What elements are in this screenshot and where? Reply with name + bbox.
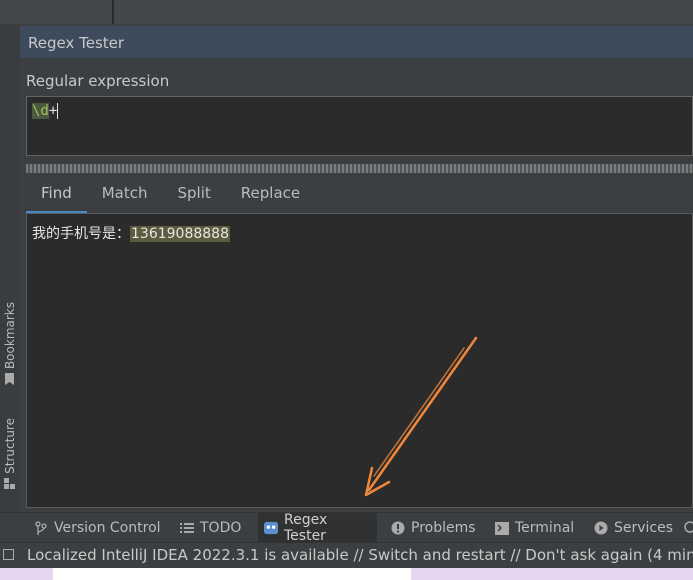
tab-find[interactable]: Find bbox=[26, 177, 87, 214]
branch-icon bbox=[34, 521, 48, 535]
mode-tabs: Find Match Split Replace bbox=[26, 177, 693, 214]
regex-tester-icon bbox=[264, 521, 278, 535]
divider bbox=[112, 0, 114, 24]
tool-window-todo[interactable]: TODO bbox=[180, 513, 241, 543]
structure-icon bbox=[4, 477, 15, 489]
problems-icon bbox=[391, 521, 405, 535]
taskbar-item bbox=[53, 568, 411, 580]
tool-windows-toggle-icon[interactable] bbox=[3, 549, 14, 560]
match-highlight: 13619088888 bbox=[130, 226, 230, 242]
bookmarks-tool-button[interactable]: Bookmarks bbox=[0, 302, 19, 386]
structure-label: Structure bbox=[2, 418, 17, 474]
tool-window-services[interactable]: Services bbox=[594, 513, 673, 543]
text-caret bbox=[57, 103, 59, 119]
regex-quantifier: + bbox=[48, 103, 58, 119]
services-icon bbox=[594, 521, 608, 535]
test-text-prefix: 我的手机号是： bbox=[32, 226, 130, 242]
regex-input[interactable]: \d+ bbox=[26, 96, 693, 156]
regex-text: \d+ bbox=[32, 103, 59, 119]
bookmarks-label: Bookmarks bbox=[2, 302, 17, 370]
tab-match[interactable]: Match bbox=[87, 177, 163, 213]
panel-header: Regex Tester bbox=[20, 26, 693, 58]
test-text: 我的手机号是：13619088888 bbox=[32, 223, 230, 243]
test-text-area[interactable]: 我的手机号是：13619088888 bbox=[26, 213, 693, 508]
tool-window-terminal[interactable]: Terminal bbox=[495, 513, 574, 543]
tab-replace[interactable]: Replace bbox=[226, 177, 315, 213]
tool-window-regex-tester[interactable]: Regex Tester bbox=[258, 512, 377, 544]
list-icon bbox=[180, 521, 194, 535]
regex-label: Regular expression bbox=[26, 72, 170, 90]
tool-window-bar: Version Control TODO Regex Tester Proble… bbox=[0, 512, 693, 544]
tool-window-label: Problems bbox=[411, 520, 476, 536]
tool-window-problems[interactable]: Problems bbox=[391, 513, 476, 543]
search-everywhere-icon[interactable] bbox=[683, 513, 693, 543]
tool-window-version-control[interactable]: Version Control bbox=[34, 513, 161, 543]
left-tool-strip: Bookmarks Structure bbox=[0, 24, 19, 512]
tool-window-label: Version Control bbox=[54, 520, 161, 536]
regex-tester-panel: Regex Tester Regular expression \d+ Find… bbox=[20, 24, 693, 512]
tool-window-label: Services bbox=[614, 520, 674, 536]
tool-window-label: TODO bbox=[200, 520, 242, 536]
tool-window-label: Terminal bbox=[515, 520, 575, 536]
bookmark-icon bbox=[5, 373, 14, 386]
status-bar: Localized IntelliJ IDEA 2022.3.1 is avai… bbox=[0, 542, 693, 568]
editor-top-strip bbox=[0, 0, 693, 24]
panel-title: Regex Tester bbox=[28, 34, 125, 52]
regex-escape-token: \d bbox=[32, 103, 49, 119]
splitter-handle[interactable] bbox=[26, 164, 693, 173]
structure-tool-button[interactable]: Structure bbox=[0, 418, 19, 490]
tool-window-label: Regex Tester bbox=[284, 512, 328, 544]
os-taskbar bbox=[0, 568, 693, 580]
tab-split[interactable]: Split bbox=[163, 177, 226, 213]
terminal-icon bbox=[495, 521, 509, 535]
update-notification[interactable]: Localized IntelliJ IDEA 2022.3.1 is avai… bbox=[27, 546, 693, 564]
